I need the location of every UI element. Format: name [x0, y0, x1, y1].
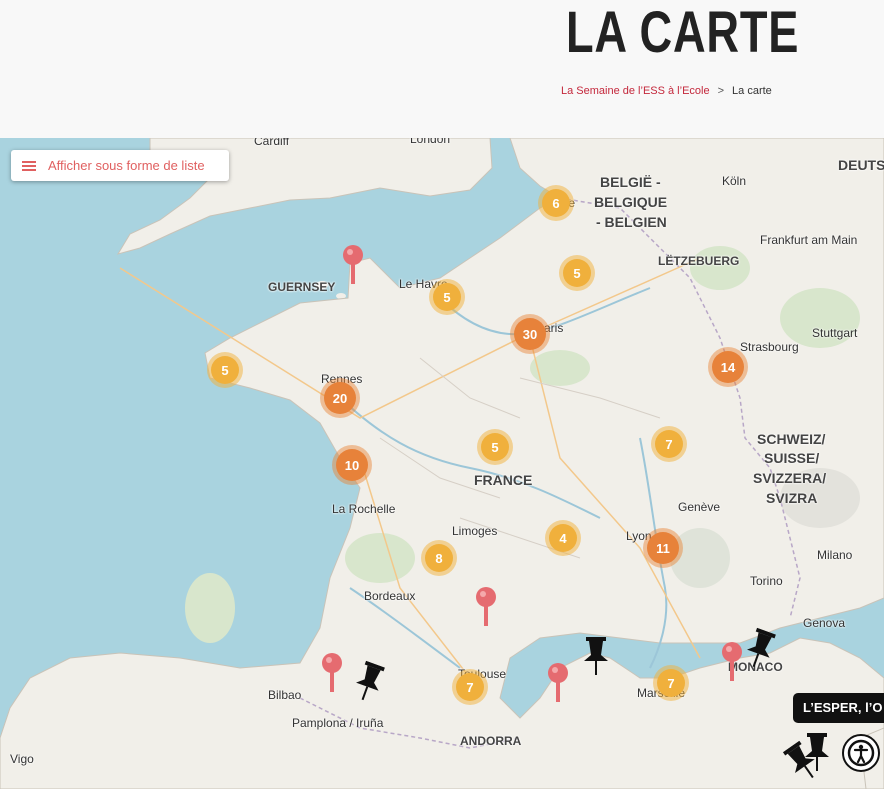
place-label: Strasbourg	[740, 340, 799, 354]
country-label: SCHWEIZ/	[757, 431, 826, 447]
cluster-marker[interactable]: 4	[545, 520, 581, 556]
cluster-marker[interactable]: 7	[651, 426, 687, 462]
map-base-layer	[0, 138, 884, 789]
cluster-marker[interactable]: 10	[332, 445, 372, 485]
country-label: BELGIQUE	[594, 194, 668, 210]
cluster-marker[interactable]: 8	[421, 540, 457, 576]
place-label: Frankfurt am Main	[760, 233, 858, 247]
map-view[interactable]: Afficher sous forme de liste Cardiff Lon…	[0, 138, 884, 789]
show-list-label: Afficher sous forme de liste	[48, 158, 205, 173]
cluster-marker[interactable]: 7	[452, 669, 488, 705]
country-label: SUISSE/	[764, 450, 820, 466]
country-label: GUERNSEY	[268, 280, 336, 294]
cluster-marker[interactable]: 20	[320, 378, 360, 418]
cluster-marker[interactable]: 5	[559, 255, 595, 291]
list-icon	[22, 159, 36, 173]
country-label: BELGIË -	[600, 174, 661, 190]
country-label: FRANCE	[474, 472, 533, 488]
show-list-button[interactable]: Afficher sous forme de liste	[11, 150, 229, 181]
place-label: Genève	[678, 500, 721, 514]
country-label: SVIZRA	[766, 490, 818, 506]
marker-tooltip: L’ESPER, l’O	[793, 693, 884, 723]
place-label: Bilbao	[268, 688, 302, 702]
cluster-marker[interactable]: 5	[207, 352, 243, 388]
location-marker-icon[interactable]	[547, 662, 569, 704]
place-label: Cardiff	[254, 138, 290, 148]
place-label: Limoges	[452, 524, 498, 538]
breadcrumb: La Semaine de l’ESS à l’Ecole > La carte	[561, 85, 772, 97]
place-label: Genova	[803, 616, 846, 630]
place-label: Stuttgart	[812, 326, 858, 340]
country-label: ANDORRA	[460, 734, 522, 748]
page-header: LA CARTE La Semaine de l’ESS à l’Ecole > L…	[0, 0, 884, 138]
place-label: London	[410, 138, 451, 146]
place-label: Torino	[750, 574, 783, 588]
country-label: LËTZEBUERG	[658, 254, 740, 268]
place-label: Milano	[817, 548, 853, 562]
country-label: SVIZZERA/	[753, 470, 827, 486]
cluster-marker[interactable]: 7	[653, 665, 689, 701]
accessibility-icon[interactable]	[842, 734, 880, 772]
country-label: - BELGIEN	[596, 214, 667, 230]
cluster-marker[interactable]: 11	[643, 528, 683, 568]
breadcrumb-home-link[interactable]: La Semaine de l’ESS à l’Ecole	[561, 85, 710, 97]
place-label: Bordeaux	[364, 589, 416, 603]
cluster-marker[interactable]: 5	[429, 279, 465, 315]
cluster-marker[interactable]: 30	[510, 314, 550, 354]
place-label: Vigo	[10, 752, 34, 766]
place-label: Pamplona / Iruña	[292, 716, 384, 730]
location-marker-icon[interactable]	[321, 652, 343, 694]
cluster-marker[interactable]: 14	[708, 347, 748, 387]
cluster-marker[interactable]: 6	[538, 185, 574, 221]
page-title: LA CARTE	[566, 0, 800, 65]
location-marker-icon[interactable]	[475, 586, 497, 628]
place-label: La Rochelle	[332, 502, 396, 516]
place-label: Köln	[722, 174, 747, 188]
cluster-marker[interactable]: 5	[477, 429, 513, 465]
breadcrumb-separator: >	[717, 85, 725, 97]
country-label: DEUTS	[838, 157, 884, 173]
location-marker-icon[interactable]	[342, 244, 364, 286]
pushpin-icon[interactable]	[582, 637, 610, 675]
breadcrumb-current: La carte	[732, 85, 772, 97]
